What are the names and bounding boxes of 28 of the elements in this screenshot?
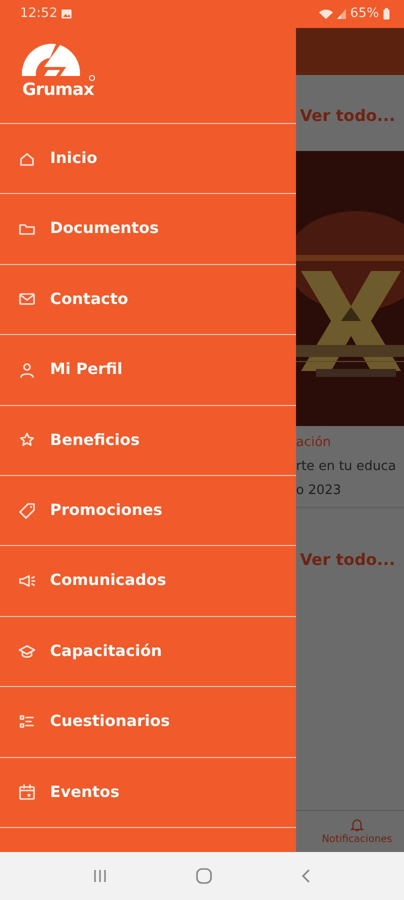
back-icon[interactable] [300, 868, 312, 884]
bell-icon [350, 816, 364, 832]
tag-icon [18, 502, 36, 520]
menu-item[interactable]: Eventos [0, 758, 296, 828]
notifications-tab[interactable]: Notificaciones [322, 816, 392, 846]
home-button-icon[interactable] [194, 867, 213, 885]
menu-item[interactable]: Promociones [0, 476, 296, 546]
card-date: o 2023 [296, 482, 342, 500]
menu-item[interactable]: Beneficios [0, 406, 296, 476]
menu-item[interactable]: Comunicados [0, 546, 296, 617]
calendar-icon [18, 783, 36, 802]
card-title: rte en tu educa [296, 458, 398, 476]
menu-item[interactable]: Capacitación [0, 616, 296, 688]
graduation-cap-icon [18, 642, 36, 660]
see-all-link[interactable]: Ver todo... [300, 106, 396, 125]
checklist-icon [18, 712, 36, 731]
clock: 12:52 [20, 5, 58, 24]
battery-icon [383, 8, 390, 20]
signal-icon [337, 9, 346, 19]
see-all-link[interactable]: Ver todo... [300, 550, 396, 569]
battery-level: 65% [350, 5, 379, 24]
card-category: ación [296, 434, 332, 452]
wifi-icon [319, 9, 334, 19]
recent-apps-icon[interactable] [92, 868, 108, 884]
menu-item[interactable]: Cuestionarios [0, 687, 296, 758]
person-icon [18, 360, 36, 379]
grumax-logo: Grumax [20, 42, 96, 99]
image-icon [61, 9, 72, 19]
